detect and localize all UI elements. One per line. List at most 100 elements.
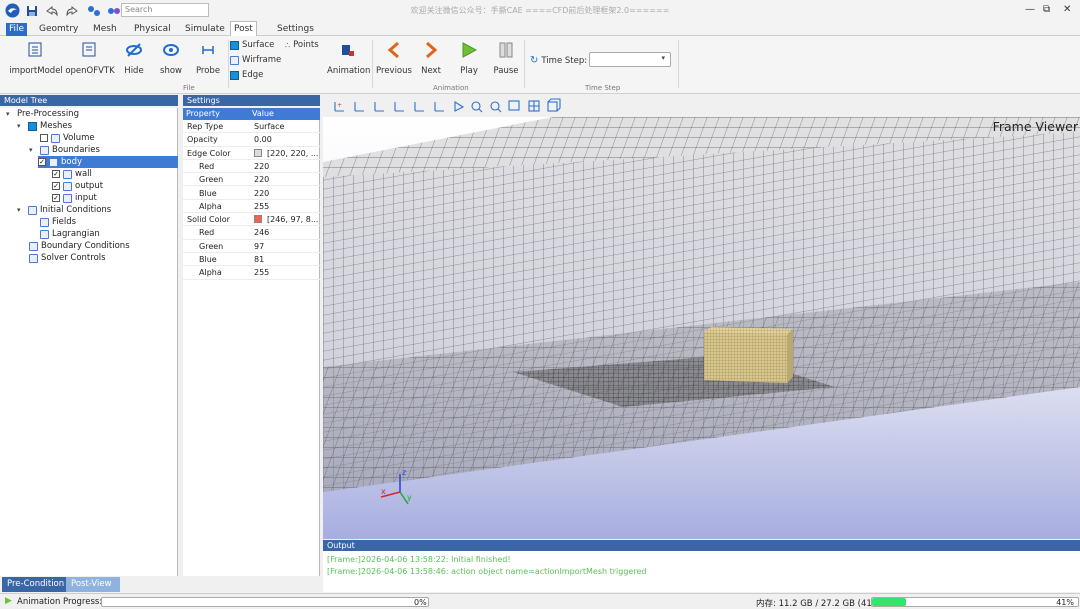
- settings-row[interactable]: Green 220: [183, 173, 320, 187]
- property-value[interactable]: [246, 97, 8...: [267, 215, 318, 224]
- solid-color-swatch[interactable]: [254, 215, 262, 224]
- next-button[interactable]: Next: [418, 40, 444, 76]
- tree-item-volume[interactable]: Volume: [40, 132, 95, 144]
- view-y-minus-icon: [394, 102, 404, 112]
- pause-button[interactable]: Pause: [492, 40, 520, 76]
- tree-item-body[interactable]: ✓ body: [38, 156, 178, 168]
- settings-row[interactable]: Opacity 0.00: [183, 133, 320, 147]
- property-value[interactable]: 220: [254, 189, 269, 198]
- minimize-button[interactable]: —: [1025, 4, 1035, 15]
- property-value[interactable]: 255: [254, 202, 269, 211]
- open-ofvtk-button[interactable]: openOFVTK: [64, 40, 116, 76]
- time-step-select[interactable]: ▾: [589, 52, 671, 67]
- property-value[interactable]: 220: [254, 162, 269, 171]
- input-checkbox[interactable]: ✓: [52, 194, 60, 202]
- import-model-button[interactable]: importModel: [8, 40, 64, 76]
- menu-physical[interactable]: Physical: [131, 23, 174, 36]
- divider: [524, 40, 525, 88]
- settings-row[interactable]: Green 97: [183, 240, 320, 253]
- refresh-icon[interactable]: ↻: [530, 55, 538, 66]
- points-button[interactable]: ∴ Points: [285, 40, 319, 50]
- settings-row[interactable]: Blue 81: [183, 253, 320, 267]
- settings-row[interactable]: Rep Type Surface: [183, 120, 320, 134]
- play-button[interactable]: Play: [456, 40, 482, 76]
- tree-item-lagrangian[interactable]: Lagrangian: [40, 228, 100, 240]
- settings-row[interactable]: Edge Color [220, 220, ...: [183, 147, 320, 160]
- property-value[interactable]: 255: [254, 268, 269, 277]
- chevron-down-icon: ▾: [661, 54, 665, 62]
- property-value[interactable]: 246: [254, 228, 269, 237]
- edge-color-swatch[interactable]: [254, 148, 262, 157]
- menu-post[interactable]: Post: [230, 21, 257, 37]
- property-value[interactable]: Surface: [254, 122, 284, 131]
- menu-bar: File Geomtry Mesh Physical Simulate Post…: [0, 21, 1080, 37]
- wall-checkbox[interactable]: ✓: [52, 170, 60, 178]
- chevron-down-icon[interactable]: ▾: [17, 204, 25, 216]
- file-group-label: File: [183, 84, 195, 92]
- tree-item-boundary-conditions[interactable]: Boundary Conditions: [29, 240, 130, 252]
- pause-label: Pause: [493, 66, 519, 76]
- status-bar: ▶ Animation Progress: 0% 内存: 11.2 GB / 2…: [0, 593, 1080, 609]
- body-checkbox[interactable]: ✓: [38, 158, 46, 166]
- property-value[interactable]: 81: [254, 255, 264, 264]
- settings-row[interactable]: Solid Color [246, 97, 8...: [183, 213, 320, 227]
- previous-button[interactable]: Previous: [376, 40, 412, 76]
- points-label: Points: [293, 40, 319, 50]
- property-name: Blue: [199, 188, 217, 198]
- menu-file[interactable]: File: [6, 23, 28, 36]
- property-value[interactable]: [220, 220, ...: [267, 149, 318, 158]
- divider: [228, 40, 229, 88]
- chevron-right-icon: [418, 40, 444, 60]
- tree-item-input[interactable]: ✓ input: [52, 192, 97, 204]
- close-button[interactable]: ✕: [1063, 4, 1071, 15]
- settings-row[interactable]: Red 246: [183, 226, 320, 240]
- output-log[interactable]: [Frame:]2026-04-06 13:58:22: Initial fin…: [323, 551, 1080, 592]
- menu-settings[interactable]: Settings: [274, 23, 317, 36]
- svg-text:z: z: [402, 468, 406, 477]
- points-icon: ∴: [285, 40, 291, 50]
- import-model-icon: [8, 40, 64, 60]
- tree-item-pre-processing[interactable]: ▾ Pre-Processing: [6, 108, 79, 120]
- tree-item-fields[interactable]: Fields: [40, 216, 76, 228]
- tree-item-boundaries[interactable]: ▾ Boundaries: [29, 144, 100, 156]
- tab-pre-condition[interactable]: Pre-Condition: [2, 577, 70, 592]
- tree-item-solver-controls[interactable]: Solver Controls: [29, 252, 106, 264]
- animation-button[interactable]: Animation: [327, 40, 371, 76]
- chevron-down-icon[interactable]: ▾: [6, 108, 14, 120]
- surface-label: Surface: [242, 40, 275, 50]
- wireframe-button[interactable]: Wirframe: [230, 55, 281, 65]
- property-value[interactable]: 220: [254, 175, 269, 184]
- settings-row[interactable]: Red 220: [183, 160, 320, 174]
- edge-label: Edge: [242, 70, 264, 80]
- tab-post-view[interactable]: Post-View: [66, 577, 120, 592]
- output-checkbox[interactable]: ✓: [52, 182, 60, 190]
- hide-button[interactable]: Hide: [119, 40, 149, 76]
- volume-checkbox[interactable]: [40, 134, 48, 142]
- probe-button[interactable]: Probe: [193, 40, 223, 76]
- animation-progress-label: Animation Progress:: [17, 597, 103, 607]
- menu-geometry[interactable]: Geomtry: [36, 23, 81, 36]
- chevron-down-icon[interactable]: ▾: [29, 144, 37, 156]
- svg-text:+: +: [337, 102, 342, 109]
- property-value[interactable]: 97: [254, 242, 264, 251]
- tree-item-initial-conditions[interactable]: ▾ Initial Conditions: [17, 204, 111, 216]
- edge-button[interactable]: Edge: [230, 70, 263, 80]
- restore-button[interactable]: ⧉: [1043, 4, 1050, 15]
- settings-row[interactable]: Alpha 255: [183, 266, 320, 280]
- surface-button[interactable]: Surface: [230, 40, 274, 50]
- frame-viewer[interactable]: z x y Frame Viewer: [323, 117, 1080, 539]
- tree-item-output[interactable]: ✓ output: [52, 180, 103, 192]
- tree-item-wall[interactable]: ✓ wall: [52, 168, 92, 180]
- settings-row[interactable]: Blue 220: [183, 187, 320, 200]
- menu-mesh[interactable]: Mesh: [90, 23, 120, 36]
- menu-simulate[interactable]: Simulate: [182, 23, 228, 36]
- property-value[interactable]: 0.00: [254, 135, 272, 144]
- tree-item-meshes[interactable]: ▾ Meshes: [17, 120, 72, 132]
- model-tree: ▾ Pre-Processing ▾ Meshes Volume ▾ Boundari…: [0, 108, 178, 576]
- settings-row[interactable]: Alpha 255: [183, 200, 320, 214]
- animation-label: Animation: [327, 66, 371, 76]
- settings-header: Settings: [183, 95, 320, 106]
- chevron-down-icon[interactable]: ▾: [17, 120, 25, 132]
- show-button[interactable]: show: [156, 40, 186, 76]
- open-ofvtk-icon: [64, 40, 116, 60]
